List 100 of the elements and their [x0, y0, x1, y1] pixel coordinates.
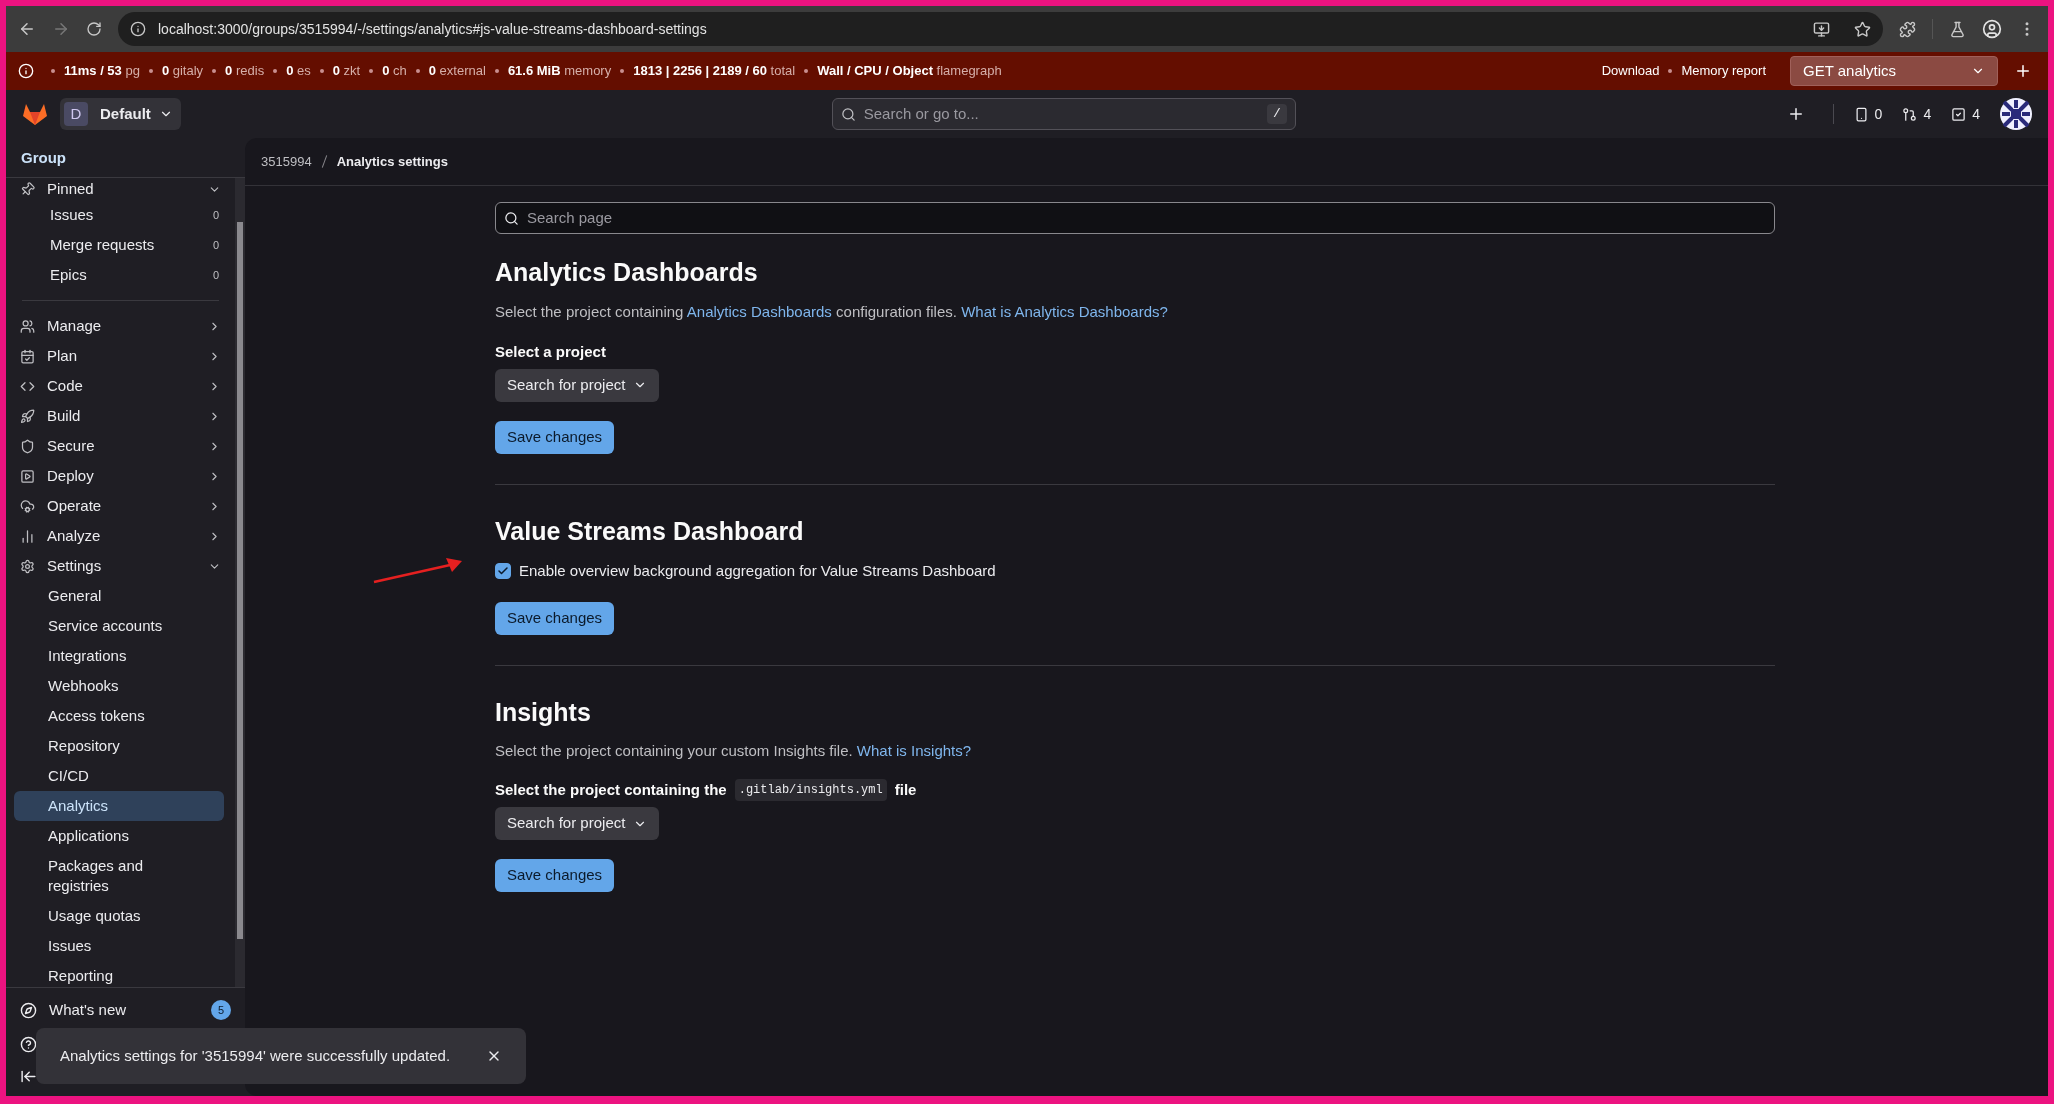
todo-counter[interactable]: 4 — [1951, 103, 1980, 125]
item-count: 0 — [212, 207, 219, 223]
section-description: Select the project containing Analytics Dashboards configuration files. What is Analytics Dashboards? — [495, 301, 1169, 322]
section-title: Analytics Dashboards — [495, 257, 759, 288]
shield-icon — [20, 438, 35, 454]
scrollbar[interactable] — [235, 178, 245, 987]
help-link[interactable]: What is Insights? — [856, 742, 972, 759]
file-path-code: .gitlab/insights.yml — [734, 778, 887, 801]
info-icon[interactable] — [18, 63, 34, 79]
performance-metric[interactable]: 1813 | 2256 | 2189 / 60 total — [633, 61, 796, 81]
sidebar-item[interactable]: Applications — [14, 821, 224, 851]
back-icon[interactable] — [18, 20, 36, 38]
sidebar-section[interactable]: Settings — [10, 551, 231, 581]
phone-counter[interactable]: 0 — [1853, 103, 1883, 125]
sidebar-item[interactable]: Webhooks — [14, 671, 224, 701]
sidebar-section[interactable]: Build — [10, 401, 231, 431]
sidebar-item[interactable]: Integrations — [14, 641, 224, 671]
sidebar-item[interactable]: Reporting — [14, 961, 224, 987]
sidebar-item[interactable]: Analytics — [14, 791, 224, 821]
rocket-icon — [20, 408, 35, 424]
profile-icon[interactable] — [1982, 19, 2002, 39]
bookmark-star-icon[interactable] — [1854, 20, 1871, 38]
sidebar-item[interactable]: General — [14, 581, 224, 611]
performance-metric[interactable]: 0 es — [286, 61, 311, 81]
request-select[interactable]: GET analytics — [1790, 56, 1998, 86]
add-icon[interactable] — [2014, 62, 2032, 80]
sidebar-item[interactable]: Packages and registries — [14, 851, 224, 901]
group-avatar: D — [64, 102, 88, 126]
field-label: file — [894, 779, 917, 800]
breadcrumb-link[interactable]: 3515994 — [261, 151, 312, 172]
section-description: Select the project containing your custom Insights file. What is Insights? — [495, 741, 973, 761]
site-info-icon[interactable] — [130, 21, 146, 37]
search-icon — [840, 106, 856, 122]
save-button[interactable]: Save changes — [495, 859, 615, 892]
sidebar-item[interactable]: Repository — [14, 731, 224, 761]
calendar-icon — [20, 348, 35, 364]
forward-icon[interactable] — [52, 20, 70, 38]
group-switcher[interactable]: D Default — [60, 98, 181, 130]
help-link[interactable]: What is Analytics Dashboards? — [961, 302, 1168, 320]
performance-link[interactable]: Memory report — [1681, 61, 1766, 81]
user-avatar-icon[interactable] — [2000, 98, 2032, 130]
whats-new-link[interactable]: What's new — [49, 998, 199, 1022]
sidebar-section[interactable]: Manage — [10, 311, 231, 341]
sidebar-section[interactable]: Code — [10, 371, 231, 401]
search-placeholder: Search page — [527, 207, 613, 228]
performance-link[interactable]: Download — [1601, 61, 1660, 81]
reload-icon[interactable] — [86, 21, 102, 37]
save-button[interactable]: Save changes — [495, 601, 615, 635]
deploy-icon — [20, 468, 35, 484]
merge-request-icon — [1902, 106, 1918, 122]
field-label: Select a project — [495, 342, 607, 362]
sidebar-section[interactable]: Analyze — [10, 521, 231, 551]
sidebar-item[interactable]: Epics — [50, 263, 213, 287]
shortcut-key: / — [1266, 104, 1287, 124]
item-count: 0 — [212, 237, 219, 253]
performance-metric[interactable]: 0 ch — [382, 61, 407, 81]
extensions-icon[interactable] — [1899, 20, 1916, 38]
sidebar-item[interactable]: CI/CD — [14, 761, 224, 791]
sidebar-item[interactable]: Usage quotas — [14, 901, 224, 931]
sidebar-item[interactable]: Service accounts — [14, 611, 224, 641]
save-button[interactable]: Save changes — [495, 420, 615, 454]
sidebar-item[interactable]: Issues — [50, 203, 213, 227]
performance-metric[interactable]: 0 gitaly — [161, 61, 204, 81]
help-link[interactable]: Analytics Dashboards — [686, 302, 832, 320]
sidebar-section[interactable]: Deploy — [10, 461, 231, 491]
checkbox[interactable] — [495, 563, 511, 580]
sidebar-item[interactable]: Access tokens — [14, 701, 224, 731]
field-label: Select the project containing the — [495, 779, 727, 800]
settings-icon — [20, 558, 35, 574]
section-title: Insights — [495, 696, 592, 728]
search-icon — [504, 210, 519, 226]
performance-metric[interactable]: 0 zkt — [332, 61, 361, 81]
performance-metric[interactable]: Wall / CPU / Object flamegraph — [817, 61, 1002, 81]
flask-icon[interactable] — [1949, 20, 1966, 38]
project-dropdown[interactable]: Search for project — [495, 368, 660, 402]
sidebar-section[interactable]: Operate — [10, 491, 231, 521]
help-icon[interactable] — [20, 1035, 37, 1053]
checkbox-label: Enable overview background aggregation for Value Streams Dashboard — [519, 561, 996, 581]
todo-icon — [1951, 106, 1967, 122]
performance-metric[interactable]: 61.6 MiB memory — [507, 61, 612, 81]
address-bar[interactable]: localhost:3000/groups/3515994/-/settings/analytics#js-value-streams-dashboard-settings — [118, 12, 1883, 46]
project-dropdown[interactable]: Search for project — [495, 807, 660, 840]
group-name: Default — [100, 103, 151, 124]
fox-logo-icon[interactable] — [22, 102, 48, 126]
global-search-field[interactable]: Search or go to... / — [831, 98, 1296, 130]
phone-icon — [1853, 106, 1869, 122]
sidebar-item[interactable]: Issues — [14, 931, 224, 961]
search-page-field[interactable]: Search page — [495, 202, 1775, 234]
sidebar-section[interactable]: Pinned — [10, 178, 231, 200]
sidebar-item[interactable]: Merge requests — [50, 233, 213, 257]
performance-metric[interactable]: 11ms / 53 pg — [64, 61, 140, 81]
merge-request-counter[interactable]: 4 — [1902, 103, 1932, 125]
sidebar-section[interactable]: Secure — [10, 431, 231, 461]
compass-icon[interactable] — [20, 1001, 37, 1019]
performance-metric[interactable]: 0 redis — [225, 61, 265, 81]
install-icon[interactable] — [1813, 20, 1830, 38]
performance-metric[interactable]: 0 external — [428, 61, 486, 81]
url-text: localhost:3000/groups/3515994/-/settings/analytics#js-value-streams-dashboard-settings — [158, 19, 707, 39]
people-icon — [20, 318, 35, 334]
sidebar-section[interactable]: Plan — [10, 341, 231, 371]
